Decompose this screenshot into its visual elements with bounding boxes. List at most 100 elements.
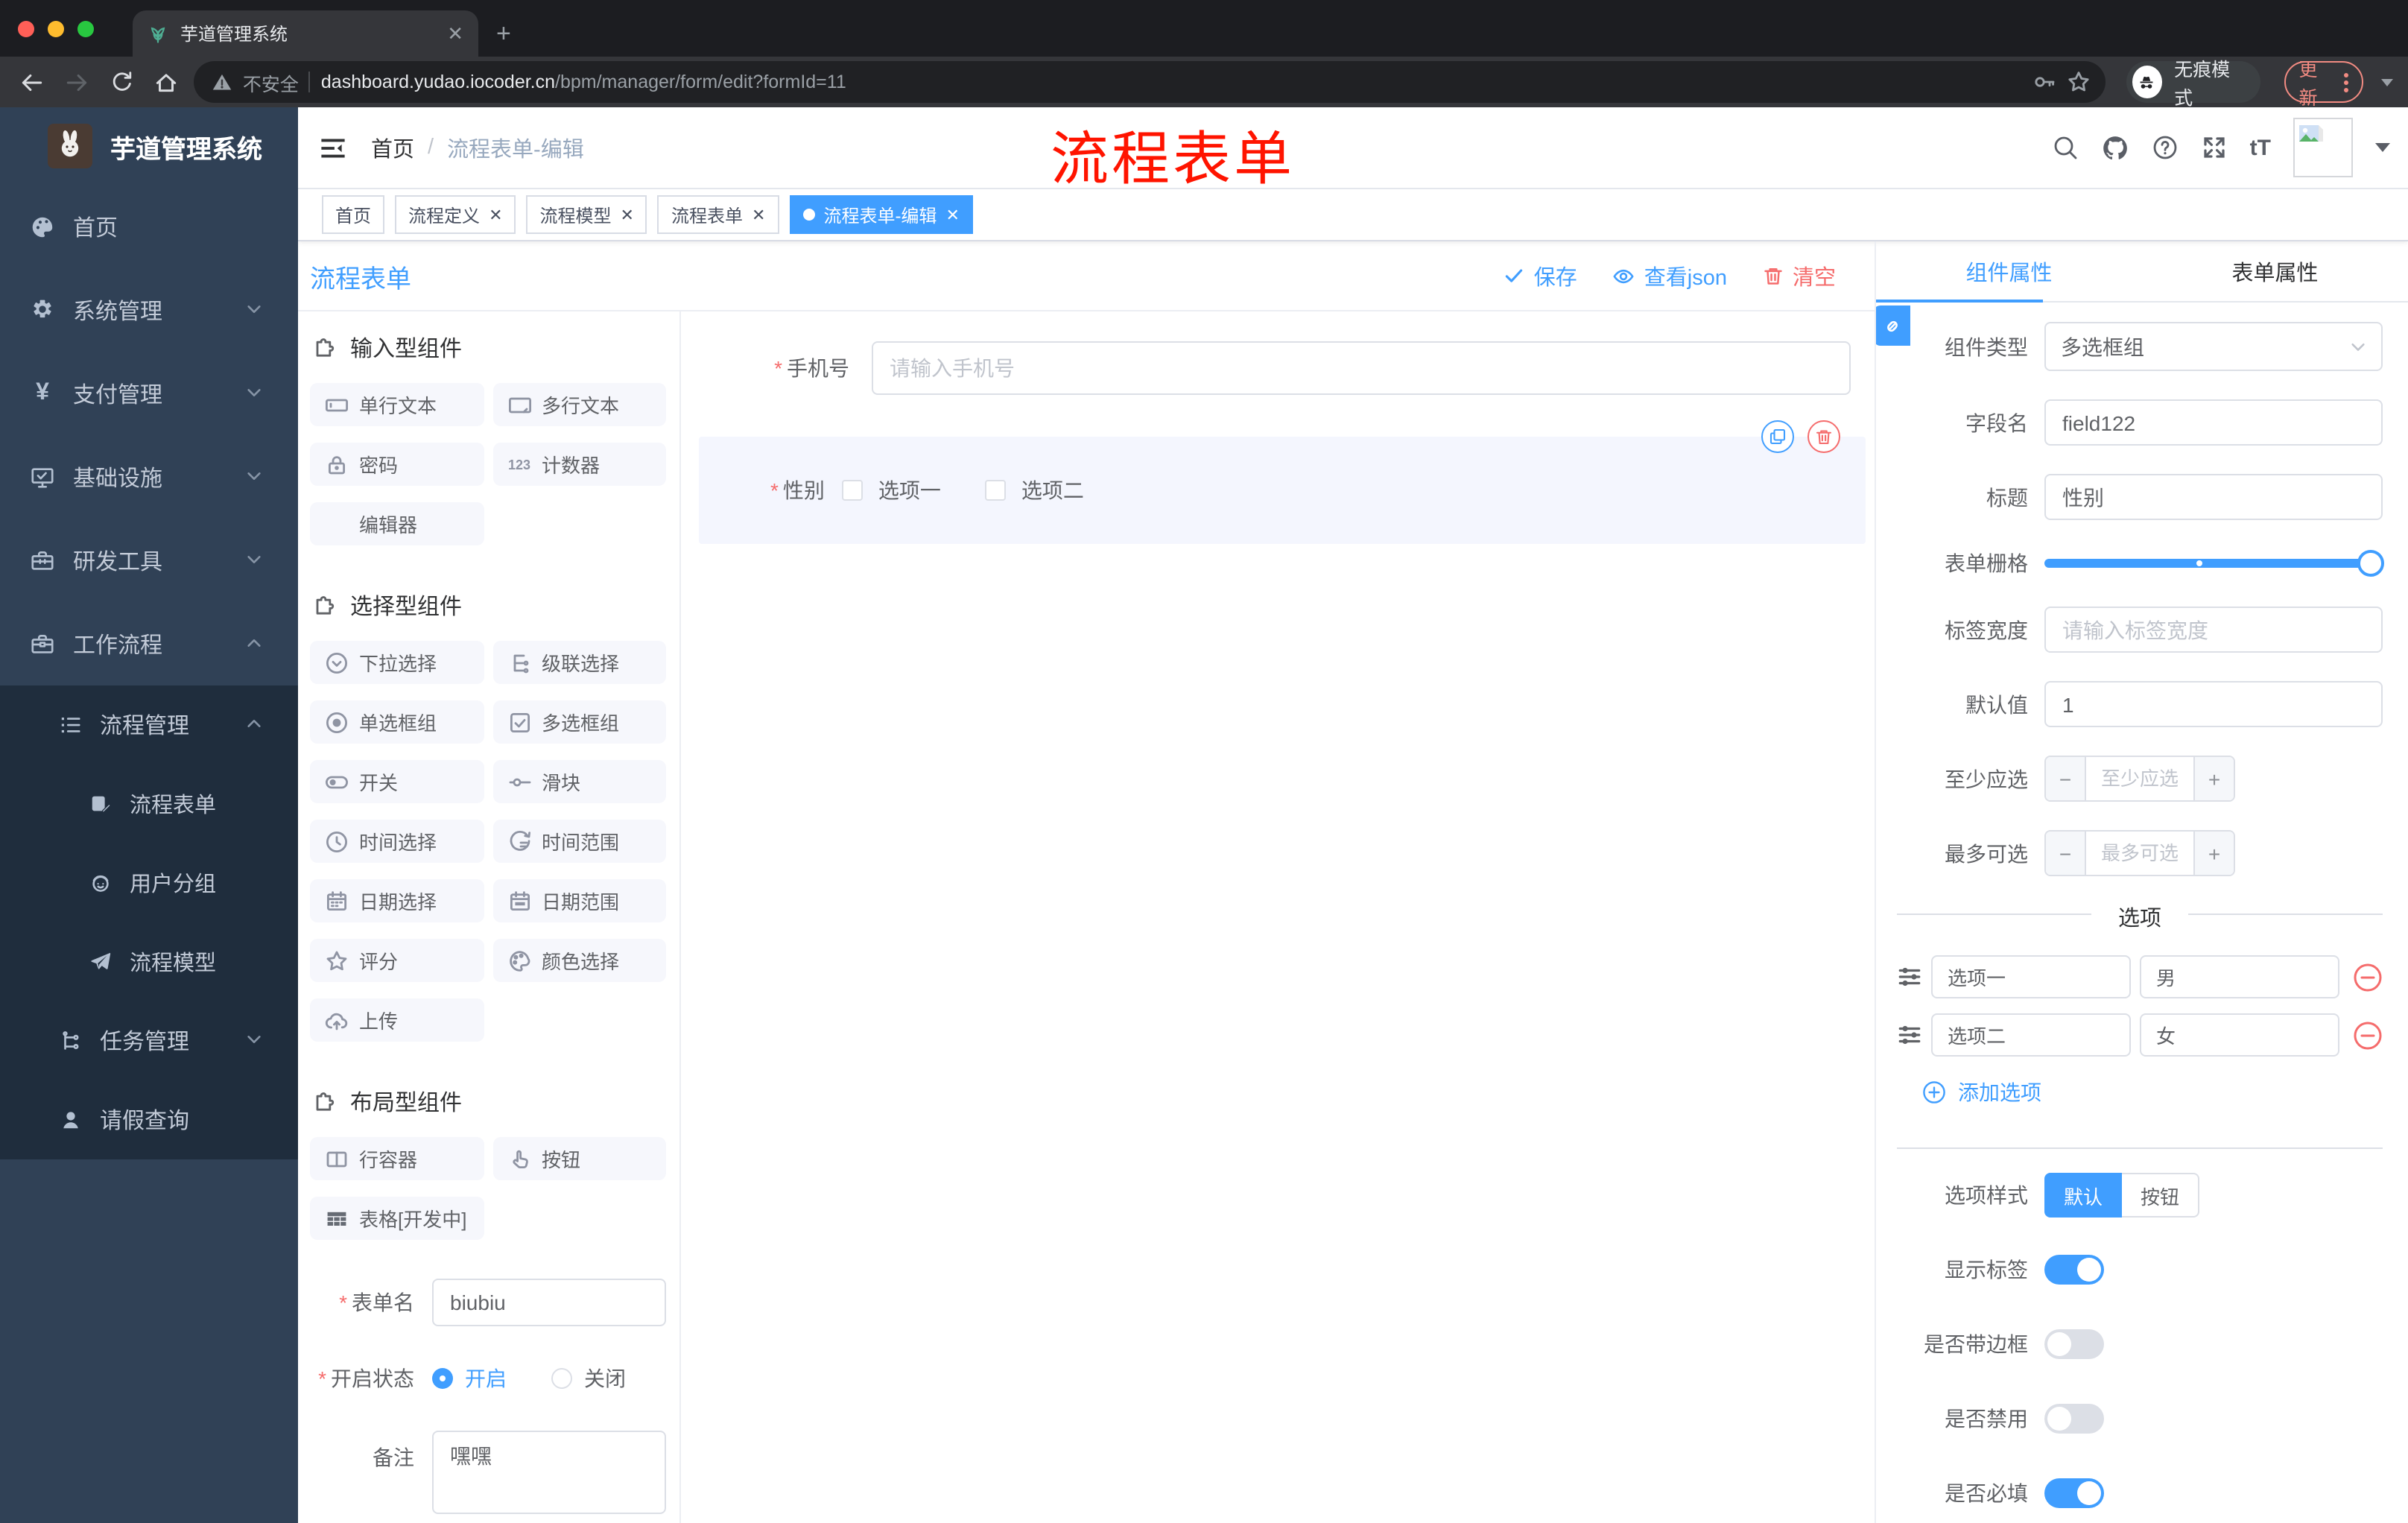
stepper-minus-button[interactable]: − — [2046, 832, 2086, 875]
option-1-label-input[interactable] — [1931, 955, 2131, 998]
option-2-value-input[interactable] — [2140, 1013, 2339, 1057]
tag-process-model[interactable]: 流程模型 ✕ — [526, 195, 647, 234]
back-icon[interactable] — [15, 69, 51, 95]
window-zoom-button[interactable] — [77, 20, 94, 37]
password-key-icon[interactable] — [2032, 70, 2056, 94]
security-label[interactable]: 不安全 — [243, 68, 299, 96]
phone-field-row[interactable]: * 手机号 — [726, 341, 1851, 395]
component-chip-slider[interactable]: 滑块 — [492, 760, 666, 803]
browser-tab[interactable]: 芋道管理系统 ✕ — [133, 10, 478, 57]
component-chip-password[interactable]: 密码 — [310, 443, 484, 486]
tag-close-icon[interactable]: ✕ — [945, 205, 959, 224]
sidebar-item-home[interactable]: 首页 — [0, 185, 298, 268]
component-type-select[interactable]: 多选框组 — [2044, 322, 2383, 371]
form-name-input[interactable] — [432, 1279, 666, 1326]
sidebar-item-system[interactable]: 系统管理 — [0, 268, 298, 352]
stepper-plus-button[interactable]: + — [2193, 832, 2234, 875]
status-off-label[interactable]: 关闭 — [584, 1364, 626, 1393]
component-chip-single-text[interactable]: 单行文本 — [310, 383, 484, 426]
tab-close-icon[interactable]: ✕ — [444, 22, 466, 45]
tag-process-form-edit[interactable]: 流程表单-编辑 ✕ — [789, 195, 973, 234]
tag-process-definition[interactable]: 流程定义 ✕ — [395, 195, 516, 234]
component-chip-rate[interactable]: 评分 — [310, 939, 484, 982]
tag-close-icon[interactable]: ✕ — [752, 205, 765, 224]
component-chip-color-picker[interactable]: 颜色选择 — [492, 939, 666, 982]
component-chip-switch[interactable]: 开关 — [310, 760, 484, 803]
option-1-value-input[interactable] — [2140, 955, 2339, 998]
tag-home[interactable]: 首页 — [322, 195, 385, 234]
component-chip-button[interactable]: 按钮 — [492, 1137, 666, 1180]
tab-component-props[interactable]: 组件属性 — [1876, 241, 2142, 301]
component-chip-checkbox-group[interactable]: 多选框组 — [492, 700, 666, 744]
sidebar-item-payment[interactable]: ¥ 支付管理 — [0, 352, 298, 435]
phone-input[interactable] — [872, 341, 1851, 395]
form-grid-slider[interactable] — [2044, 550, 2384, 577]
style-default-button[interactable]: 默认 — [2044, 1173, 2122, 1218]
delete-component-button[interactable] — [1807, 420, 1840, 453]
update-browser-button[interactable]: 更新 — [2284, 60, 2363, 109]
component-chip-date-range[interactable]: 日期范围 — [492, 879, 666, 922]
status-on-label[interactable]: 开启 — [465, 1364, 507, 1393]
forward-icon[interactable] — [60, 69, 95, 95]
bookmark-star-icon[interactable] — [2067, 70, 2091, 94]
sidebar-item-process-mgmt[interactable]: 流程管理 — [0, 685, 298, 764]
style-button-button[interactable]: 按钮 — [2122, 1173, 2199, 1218]
form-remark-textarea[interactable]: 嘿嘿 — [432, 1431, 666, 1514]
sidebar-item-user-group[interactable]: 用户分组 — [0, 843, 298, 922]
checkbox[interactable] — [842, 480, 864, 501]
new-tab-button[interactable]: + — [496, 10, 511, 57]
bordered-toggle[interactable] — [2044, 1329, 2104, 1359]
component-chip-upload[interactable]: 上传 — [310, 998, 484, 1042]
reload-icon[interactable] — [104, 70, 140, 94]
toolbar-caret-icon[interactable] — [2381, 78, 2393, 86]
sidebar-logo[interactable]: 芋道管理系统 — [0, 107, 298, 185]
view-json-button[interactable]: 查看json — [1613, 260, 1727, 291]
sidebar-item-workflow[interactable]: 工作流程 — [0, 602, 298, 685]
tag-close-icon[interactable]: ✕ — [489, 205, 502, 224]
component-chip-counter[interactable]: 123 计数器 — [492, 443, 666, 486]
home-icon[interactable] — [149, 69, 185, 95]
page-url[interactable]: dashboard.yudao.iocoder.cn/bpm/manager/f… — [321, 72, 2022, 92]
font-size-icon[interactable]: tT — [2250, 135, 2271, 160]
help-icon[interactable] — [2152, 134, 2179, 161]
component-chip-textarea[interactable]: 多行文本 — [492, 383, 666, 426]
label-width-input[interactable] — [2044, 607, 2383, 653]
tag-process-form[interactable]: 流程表单 ✕ — [657, 195, 779, 234]
sidebar-item-process-form[interactable]: 流程表单 — [0, 764, 298, 843]
slider-handle[interactable] — [2357, 550, 2384, 577]
max-select-input[interactable] — [2086, 832, 2193, 875]
avatar-caret-icon[interactable] — [2375, 143, 2390, 152]
sidebar-item-infra[interactable]: 基础设施 — [0, 435, 298, 519]
component-chip-time-picker[interactable]: 时间选择 — [310, 820, 484, 863]
sidebar-item-leave-query[interactable]: 请假查询 — [0, 1080, 298, 1159]
component-chip-editor[interactable]: 编辑器 — [310, 502, 484, 545]
sidebar-item-process-model[interactable]: 流程模型 — [0, 922, 298, 1001]
option-2-label-input[interactable] — [1931, 1013, 2131, 1057]
drag-handle-icon[interactable] — [1897, 964, 1922, 990]
stepper-minus-button[interactable]: − — [2046, 757, 2086, 800]
browser-menu-icon[interactable] — [2344, 72, 2348, 92]
required-toggle[interactable] — [2044, 1478, 2104, 1508]
clear-button[interactable]: 清空 — [1763, 260, 1836, 291]
min-select-input[interactable] — [2086, 757, 2193, 800]
copy-component-button[interactable] — [1761, 420, 1794, 453]
address-bar[interactable]: 不安全 dashboard.yudao.iocoder.cn/bpm/manag… — [193, 61, 2106, 103]
stepper-plus-button[interactable]: + — [2193, 757, 2234, 800]
field-name-input[interactable] — [2044, 399, 2383, 446]
github-icon[interactable] — [2101, 133, 2129, 162]
breadcrumb-home[interactable]: 首页 — [371, 132, 414, 163]
window-minimize-button[interactable] — [48, 20, 64, 37]
component-chip-table[interactable]: 表格[开发中] — [310, 1197, 484, 1240]
component-chip-cascader[interactable]: 级联选择 — [492, 641, 666, 684]
add-option-button[interactable]: 添加选项 — [1922, 1077, 2383, 1107]
security-warning-icon[interactable] — [212, 72, 232, 92]
title-input[interactable] — [2044, 474, 2383, 520]
status-on-radio[interactable] — [432, 1368, 453, 1389]
avatar[interactable] — [2293, 118, 2353, 177]
default-value-input[interactable] — [2044, 681, 2383, 727]
sidebar-item-devtools[interactable]: 研发工具 — [0, 519, 298, 602]
remove-option-button[interactable] — [2353, 1020, 2383, 1050]
component-chip-select[interactable]: 下拉选择 — [310, 641, 484, 684]
search-icon[interactable] — [2052, 134, 2079, 161]
drag-handle-icon[interactable] — [1897, 1022, 1922, 1048]
